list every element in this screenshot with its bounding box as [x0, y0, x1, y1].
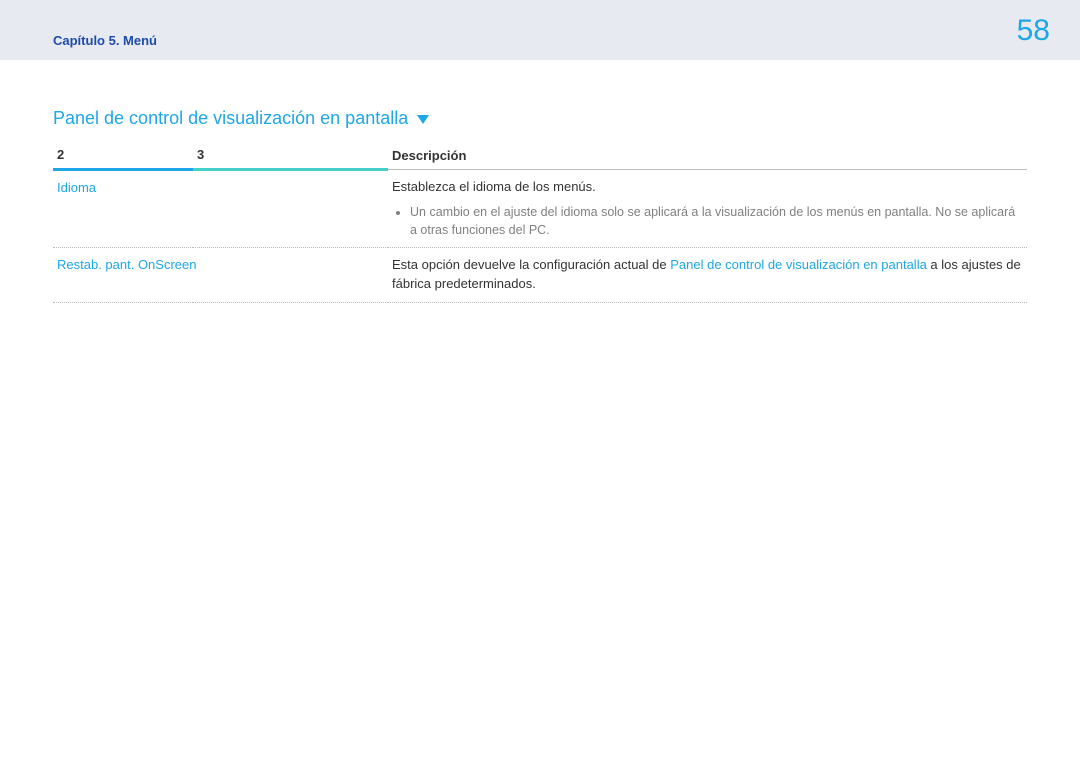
triangle-down-icon: [417, 115, 429, 124]
table-row: Idioma Establezca el idioma de los menús…: [53, 170, 1027, 248]
chapter-label: Capítulo 5. Menú: [53, 33, 157, 48]
row-note-list: Un cambio en el ajuste del idioma solo s…: [410, 203, 1023, 239]
section-title: Panel de control de visualización en pan…: [53, 108, 408, 128]
row-name[interactable]: Restab. pant. OnScreen: [57, 257, 196, 272]
row-desc-link[interactable]: Panel de control de visualización en pan…: [670, 257, 927, 272]
row-note-item: Un cambio en el ajuste del idioma solo s…: [410, 203, 1023, 239]
col-header-3: Descripción: [388, 141, 1027, 170]
row-name[interactable]: Idioma: [57, 180, 96, 195]
table-header-row: 2 3 Descripción: [53, 141, 1027, 170]
section-title-row: Panel de control de visualización en pan…: [53, 108, 1027, 129]
col-header-1: 2: [53, 141, 193, 170]
col-header-2: 3: [193, 141, 388, 170]
page-header: Capítulo 5. Menú 58: [0, 0, 1080, 60]
table-row: Restab. pant. OnScreen Esta opción devue…: [53, 248, 1027, 303]
row-description: Establezca el idioma de los menús.: [392, 178, 1023, 197]
menu-table: 2 3 Descripción Idioma Establezca el idi…: [53, 141, 1027, 303]
page-content: Panel de control de visualización en pan…: [0, 60, 1080, 303]
page-number: 58: [1017, 14, 1050, 48]
row-desc-pre: Esta opción devuelve la configuración ac…: [392, 257, 670, 272]
